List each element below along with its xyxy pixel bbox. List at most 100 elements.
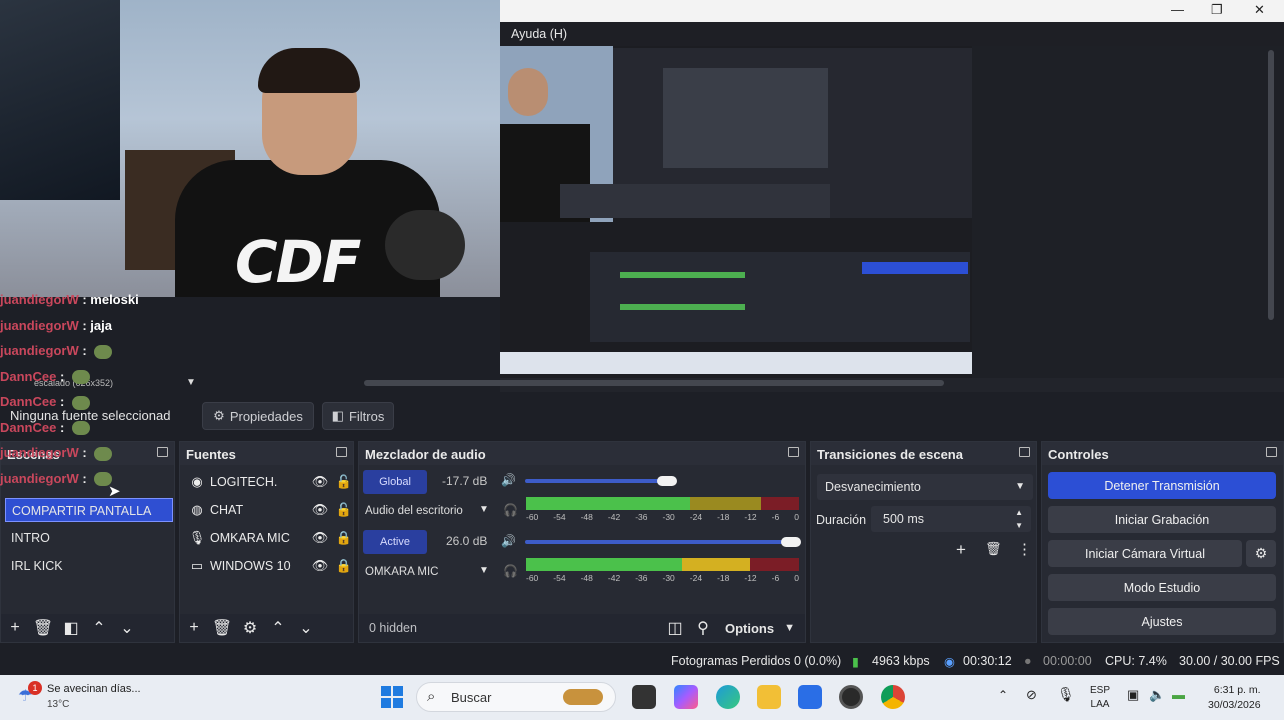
chevron-down-icon[interactable]: ⌄ — [292, 614, 320, 642]
popout-icon[interactable] — [788, 447, 799, 457]
globe-icon: ◍ — [191, 502, 203, 517]
add-icon[interactable]: + — [180, 614, 208, 642]
meter-tick: -60 — [526, 512, 539, 522]
chevron-up-icon[interactable]: ⌃ — [264, 614, 292, 642]
headphones-icon[interactable]: 🎧 — [503, 503, 518, 517]
filter-icon: ◧ — [331, 408, 344, 423]
trash-icon[interactable]: 🗑 — [29, 614, 57, 642]
menu-help[interactable]: Ayuda (H) — [511, 27, 567, 41]
chevron-down-icon[interactable]: ⌄ — [113, 614, 141, 642]
unlock-icon[interactable]: 🔓 — [332, 474, 356, 490]
mixer-chip[interactable]: Active — [363, 530, 427, 554]
meter-tick: -6 — [771, 512, 780, 522]
cloud-off-icon[interactable]: ⊘ — [1026, 687, 1037, 703]
source-item-windows[interactable]: ▭ WINDOWS 10 👁 🔒 — [184, 553, 356, 579]
options-button[interactable]: Options — [725, 621, 774, 636]
popout-icon[interactable] — [336, 447, 347, 457]
minimize-icon[interactable]: — — [1171, 2, 1184, 17]
weather-title[interactable]: Se avecinan días... — [47, 683, 141, 695]
folder-icon[interactable] — [757, 685, 781, 709]
chevron-up-icon[interactable]: ⌃ — [998, 688, 1008, 702]
volume-knob[interactable] — [657, 476, 677, 486]
add-icon[interactable]: + — [1, 614, 29, 642]
obs-icon[interactable] — [839, 685, 863, 709]
gear-icon[interactable]: ⚙ — [1246, 540, 1276, 567]
task-view-icon[interactable] — [632, 685, 656, 709]
meter-tick: -6 — [771, 573, 780, 583]
trash-icon[interactable]: 🗑 — [208, 614, 236, 642]
eye-icon[interactable]: 👁 — [308, 474, 332, 490]
start-recording-button[interactable]: Iniciar Grabación — [1048, 506, 1276, 533]
rec-time: 00:00:00 — [1043, 654, 1092, 668]
popout-icon[interactable] — [1266, 447, 1277, 457]
chevron-down-icon[interactable]: ▼ — [479, 565, 489, 576]
lock-icon[interactable]: 🔒 — [332, 558, 356, 574]
taskbar-search[interactable]: ⌕ Buscar — [416, 682, 616, 712]
emote-icon — [71, 370, 90, 385]
network-icon[interactable]: ▣ — [1127, 687, 1139, 703]
stepper-icon[interactable]: ▲ ▼ — [1015, 506, 1023, 532]
headphones-icon[interactable]: 🎧 — [503, 564, 518, 578]
volume-slider[interactable] — [525, 540, 791, 544]
eye-icon[interactable]: 👁 — [308, 502, 332, 518]
emote-icon — [71, 421, 90, 436]
meter-tick: -18 — [717, 573, 730, 583]
volume-knob[interactable] — [781, 537, 801, 547]
close-icon[interactable]: ✕ — [1254, 2, 1265, 18]
duration-input[interactable]: 500 ms ▲ ▼ — [871, 506, 1031, 532]
more-vertical-icon[interactable]: ⋮ — [1017, 540, 1032, 558]
mixer-name: Audio del escritorio — [365, 505, 463, 517]
language-indicator[interactable]: ESP LAA — [1090, 684, 1110, 712]
unlock-icon[interactable]: 🔓 — [332, 502, 356, 518]
speaker-icon[interactable]: 🔊 — [501, 534, 516, 548]
stop-stream-button[interactable]: Detener Transmisión — [1048, 472, 1276, 499]
filters-button[interactable]: ◧ Filtros — [322, 402, 394, 430]
meter-tick: -42 — [607, 573, 621, 583]
source-item-logitech[interactable]: ◉ LOGITECH. 👁 🔓 — [184, 469, 356, 495]
meter-tick: -12 — [744, 512, 757, 522]
horizontal-scrollbar[interactable] — [364, 380, 944, 386]
chevron-up-icon[interactable]: ⌃ — [85, 614, 113, 642]
edge-icon[interactable] — [716, 685, 740, 709]
fps: 30.00 / 30.00 FPS — [1179, 654, 1280, 668]
battery-icon[interactable]: ▬ — [1172, 687, 1185, 702]
gear-icon[interactable]: ⚙ — [236, 614, 264, 642]
settings-button[interactable]: Ajustes — [1048, 608, 1276, 635]
chrome-icon[interactable] — [881, 685, 905, 709]
eye-icon[interactable]: 👁 — [308, 530, 332, 546]
app-window: — ❐ ✕ Ayuda (H) — [500, 0, 1284, 392]
copilot-icon[interactable] — [674, 685, 698, 709]
maximize-icon[interactable]: ❐ — [1211, 2, 1223, 18]
volume-slider[interactable] — [525, 479, 667, 483]
meter-tick: 0 — [794, 573, 799, 583]
background-window — [0, 0, 120, 200]
windows-start-icon[interactable] — [381, 686, 403, 708]
scene-item-intro[interactable]: INTRO — [5, 526, 173, 550]
add-icon[interactable]: + — [956, 540, 966, 560]
virtual-camera-button[interactable]: Iniciar Cámara Virtual — [1048, 540, 1242, 567]
source-item-chat[interactable]: ◍ CHAT 👁 🔓 — [184, 497, 356, 523]
meter-tick: -30 — [662, 573, 675, 583]
volume-icon[interactable]: 🔈 — [1149, 687, 1165, 703]
store-icon[interactable] — [798, 685, 822, 709]
columns-icon[interactable]: ◫ — [661, 614, 689, 642]
eye-icon[interactable]: 👁 — [308, 558, 332, 574]
link-icon[interactable]: ⚲ — [689, 614, 717, 642]
source-item-mic[interactable]: 🎙 OMKARA MIC 👁 🔒 — [184, 525, 356, 551]
clock[interactable]: 6:31 p. m. 30/03/2026 — [1208, 683, 1261, 713]
mixer-chip[interactable]: Global — [363, 470, 427, 494]
transition-select[interactable]: Desvanecimiento ▼ — [817, 474, 1033, 500]
scene-item-irl[interactable]: IRL KICK — [5, 554, 173, 578]
lock-icon[interactable]: 🔒 — [332, 530, 356, 546]
filter-icon[interactable]: ◧ — [57, 614, 85, 642]
trash-icon[interactable]: 🗑 — [985, 541, 1002, 557]
microphone-icon[interactable]: 🎙 — [1057, 686, 1075, 703]
chevron-down-icon[interactable]: ▼ — [784, 622, 795, 634]
speaker-icon[interactable]: 🔊 — [501, 473, 516, 487]
chevron-down-icon[interactable]: ▼ — [479, 504, 489, 515]
studio-mode-button[interactable]: Modo Estudio — [1048, 574, 1276, 601]
shirt-logo: CDF — [235, 228, 361, 296]
popout-icon[interactable] — [1019, 447, 1030, 457]
vertical-scrollbar[interactable] — [1268, 50, 1274, 320]
properties-button[interactable]: ⚙ Propiedades — [202, 402, 314, 430]
